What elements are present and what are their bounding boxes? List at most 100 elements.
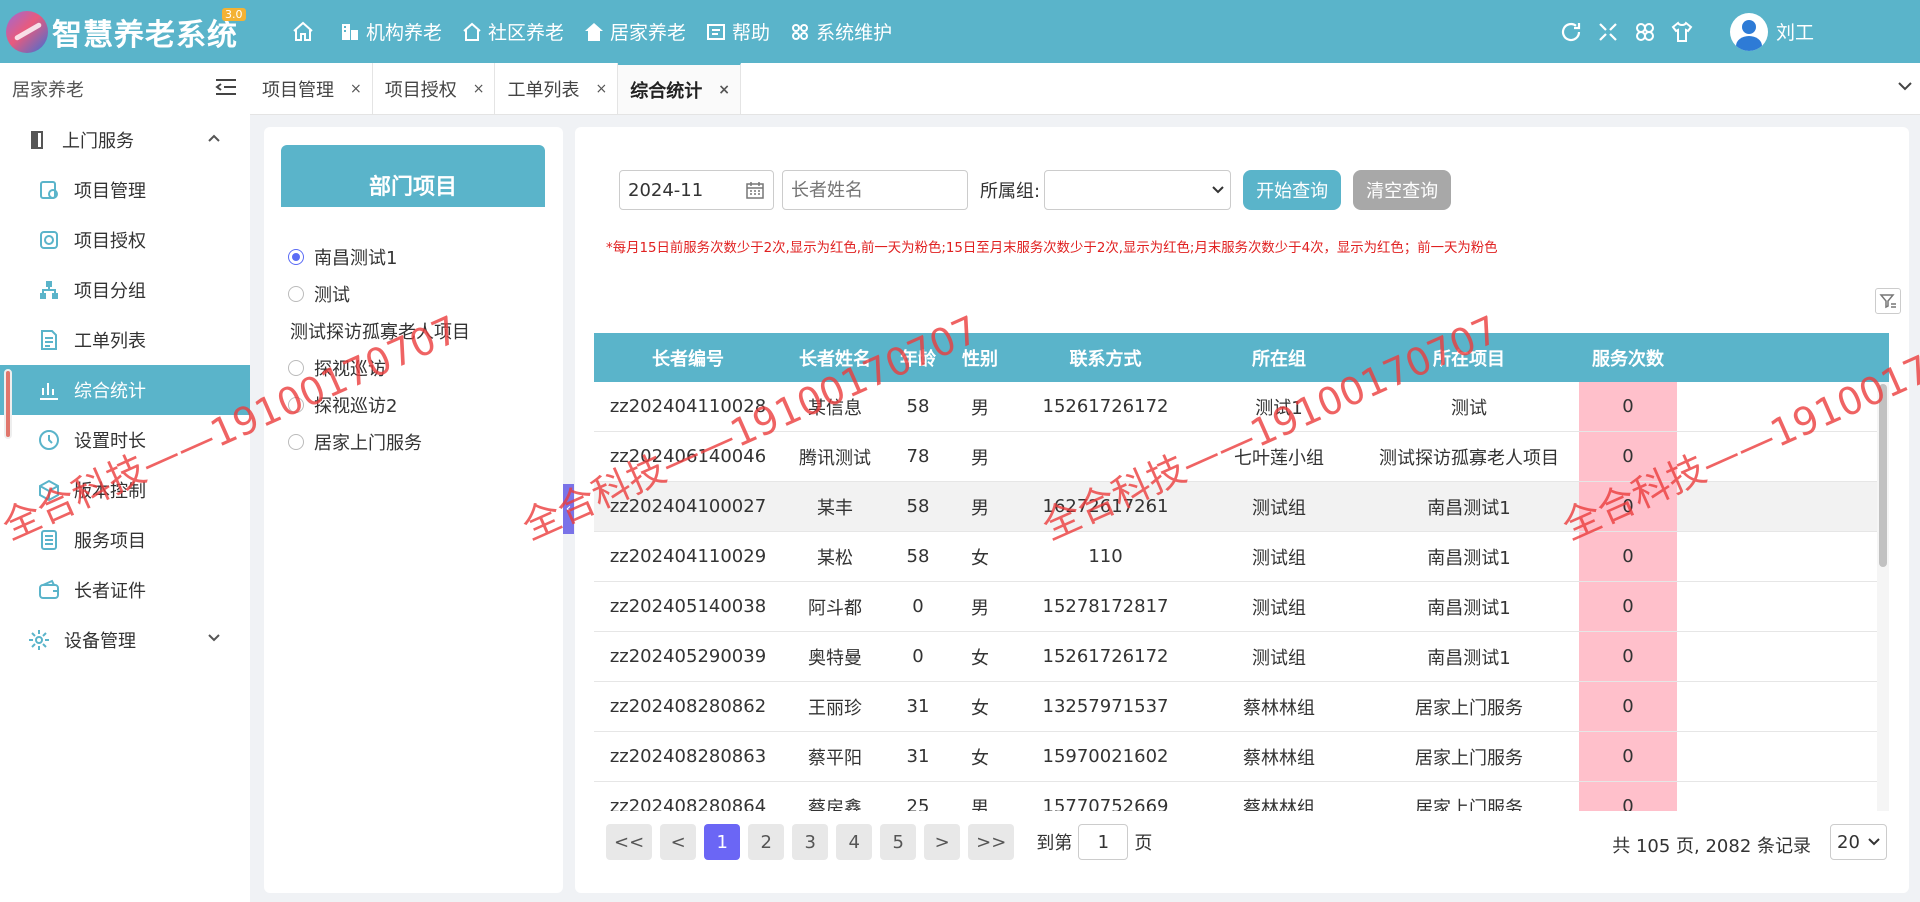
refresh-icon[interactable] <box>1558 19 1584 45</box>
column-header[interactable]: 性别 <box>948 333 1012 382</box>
close-icon[interactable]: × <box>718 82 730 98</box>
first-page-button[interactable]: << <box>606 824 653 860</box>
goto-label: 到第 <box>1036 833 1073 854</box>
sidebar-item-elder-certificates[interactable]: 长者证件 <box>0 565 250 615</box>
radio[interactable] <box>288 285 304 302</box>
page-button[interactable]: 3 <box>792 824 829 860</box>
department-item[interactable]: 南昌测试1 <box>288 238 470 275</box>
sidebar-item-statistics[interactable]: 综合统计 <box>0 365 250 439</box>
month-picker[interactable]: 2024-11 <box>619 170 774 210</box>
cell-phone: 15261726172 <box>1042 646 1169 667</box>
column-filter-icon[interactable] <box>1875 288 1901 314</box>
table-row[interactable]: zz202408280863 蔡平阳 31 女 15970021602 蔡林林组 居家上门服… <box>594 732 1889 782</box>
menu-collapse-icon[interactable] <box>214 77 238 102</box>
table-row[interactable]: zz202408280862 王丽珍 31 女 13257971537 蔡林林组 居家上门服… <box>594 682 1889 732</box>
nav-institution-care[interactable]: 机构养老 <box>340 18 442 45</box>
page-button[interactable]: 4 <box>836 824 873 860</box>
department-item[interactable]: 探视巡访2 <box>288 386 470 423</box>
version-badge: 3.0 <box>222 7 246 21</box>
prev-page-button[interactable]: < <box>660 824 697 860</box>
clear-button[interactable]: 清空查询 <box>1353 170 1452 210</box>
cell-service-count: 0 <box>1579 482 1677 531</box>
group-select[interactable] <box>1044 170 1232 210</box>
radio[interactable] <box>288 396 304 413</box>
gear-icon <box>29 630 49 650</box>
nav-help[interactable]: 帮助 <box>706 18 770 45</box>
page-size-select[interactable]: 20 <box>1830 824 1887 860</box>
elder-name-input[interactable] <box>782 170 968 210</box>
query-button[interactable]: 开始查询 <box>1243 170 1342 210</box>
cell-age: 78 <box>906 446 930 467</box>
sidebar-item-work-orders[interactable]: 工单列表 <box>0 315 250 365</box>
tab-project-authorization[interactable]: 项目授权 × <box>373 63 496 114</box>
column-header[interactable]: 所在组 <box>1199 333 1359 382</box>
cell-spacer <box>1677 532 1889 581</box>
column-header[interactable]: 服务次数 <box>1579 333 1677 382</box>
sidebar-item-project-management[interactable]: 项目管理 <box>0 165 250 215</box>
next-page-button[interactable]: > <box>924 824 961 860</box>
radio-checked[interactable] <box>288 248 304 265</box>
chevron-down-icon[interactable] <box>1898 81 1912 91</box>
sidebar-item-version-control[interactable]: 版本控制 <box>0 465 250 515</box>
department-item[interactable]: 测试 <box>288 275 470 312</box>
close-icon[interactable]: × <box>473 81 485 97</box>
column-header[interactable]: 长者编号 <box>594 333 782 382</box>
close-icon[interactable]: × <box>350 81 362 97</box>
table-row[interactable]: zz202406140046 腾讯测试 78 男 七叶莲小组 测试探访孤寡老人项目 0 <box>594 432 1889 482</box>
calendar-icon[interactable] <box>745 180 765 200</box>
home-icon[interactable] <box>290 19 316 45</box>
table-scrollbar[interactable] <box>1877 382 1889 811</box>
cell-project: 南昌测试1 <box>1427 597 1511 619</box>
goto-page-input[interactable]: 1 <box>1078 824 1129 860</box>
column-header[interactable]: 年龄 <box>888 333 948 382</box>
nav-system-maintenance[interactable]: 系统维护 <box>790 18 892 45</box>
menu-group-device-management[interactable]: 设备管理 <box>0 615 250 665</box>
table-row[interactable]: zz202404100027 某丰 58 男 16272617261 测试组 南昌测试1 0 <box>594 482 1889 532</box>
last-page-button[interactable]: >> <box>968 824 1015 860</box>
tab-statistics[interactable]: 综合统计 × <box>618 63 741 114</box>
sidebar-item-set-duration[interactable]: 设置时长 <box>0 415 250 465</box>
cell-spacer <box>1677 782 1889 811</box>
radio[interactable] <box>288 433 304 450</box>
department-label: 探视巡访2 <box>314 395 398 417</box>
cell-group: 测试组 <box>1252 597 1306 619</box>
department-item[interactable]: 测试探访孤寡老人项目 <box>288 312 470 349</box>
nav-home-care[interactable]: 居家养老 <box>584 18 686 45</box>
table-row[interactable]: zz202404110029 某松 58 女 110 测试组 南昌测试1 0 <box>594 532 1889 582</box>
column-header[interactable]: 联系方式 <box>1012 333 1199 382</box>
radio[interactable] <box>288 359 304 376</box>
close-icon[interactable]: × <box>595 81 607 97</box>
department-panel: 部门项目 南昌测试1 测试 测试探访孤寡老人项目 探视巡访 探视巡访2 居家上门… <box>264 127 563 893</box>
table-row[interactable]: zz202405140038 阿斗都 0 男 15278172817 测试组 南昌测试1 0 <box>594 582 1889 632</box>
group-label: 所属组: <box>980 181 1041 202</box>
department-item[interactable]: 居家上门服务 <box>288 423 470 460</box>
skin-icon[interactable] <box>1669 19 1695 45</box>
table-row[interactable]: zz202404110028 某信息 58 男 15261726172 测试1 测试 0 <box>594 382 1889 432</box>
sidebar-item-label: 服务项目 <box>74 531 146 552</box>
cell-gender: 男 <box>971 397 989 419</box>
user-menu[interactable]: 刘工 <box>1730 12 1920 51</box>
sidebar-item-project-grouping[interactable]: 项目分组 <box>0 265 250 315</box>
app-logo[interactable]: 智慧养老系统 3.0 <box>0 7 270 54</box>
sidebar-item-service-items[interactable]: 服务项目 <box>0 515 250 565</box>
tab-project-management[interactable]: 项目管理 × <box>250 63 373 114</box>
table-row[interactable]: zz202408280864 蔡房鑫 25 男 15770752669 蔡林林组 居家上门服… <box>594 782 1889 811</box>
tabs-bar: 项目管理 × 项目授权 × 工单列表 × 综合统计 × <box>250 63 1920 115</box>
page-button[interactable]: 5 <box>880 824 917 860</box>
column-header[interactable]: 长者姓名 <box>782 333 888 382</box>
tab-work-orders[interactable]: 工单列表 × <box>495 63 619 114</box>
column-header[interactable]: 所在项目 <box>1359 333 1579 382</box>
theme-icon[interactable] <box>1632 19 1658 45</box>
fullscreen-icon[interactable] <box>1595 19 1621 45</box>
table-row[interactable]: zz202405290039 奥特曼 0 女 15261726172 测试组 南昌测试1 0 <box>594 632 1889 682</box>
scrollbar-thumb[interactable] <box>1879 384 1887 567</box>
page-button[interactable]: 2 <box>748 824 785 860</box>
page-button-current[interactable]: 1 <box>704 824 741 860</box>
sidebar-item-project-authorization[interactable]: 项目授权 <box>0 215 250 265</box>
nav-community-care[interactable]: 社区养老 <box>462 18 564 45</box>
department-item[interactable]: 探视巡访 <box>288 349 470 386</box>
cell-service-count: 0 <box>1579 732 1677 781</box>
panel-collapse-handle[interactable]: ‹ <box>563 484 574 534</box>
menu-group-home-service[interactable]: 上门服务 <box>0 115 250 165</box>
cell-project: 居家上门服务 <box>1415 697 1523 719</box>
